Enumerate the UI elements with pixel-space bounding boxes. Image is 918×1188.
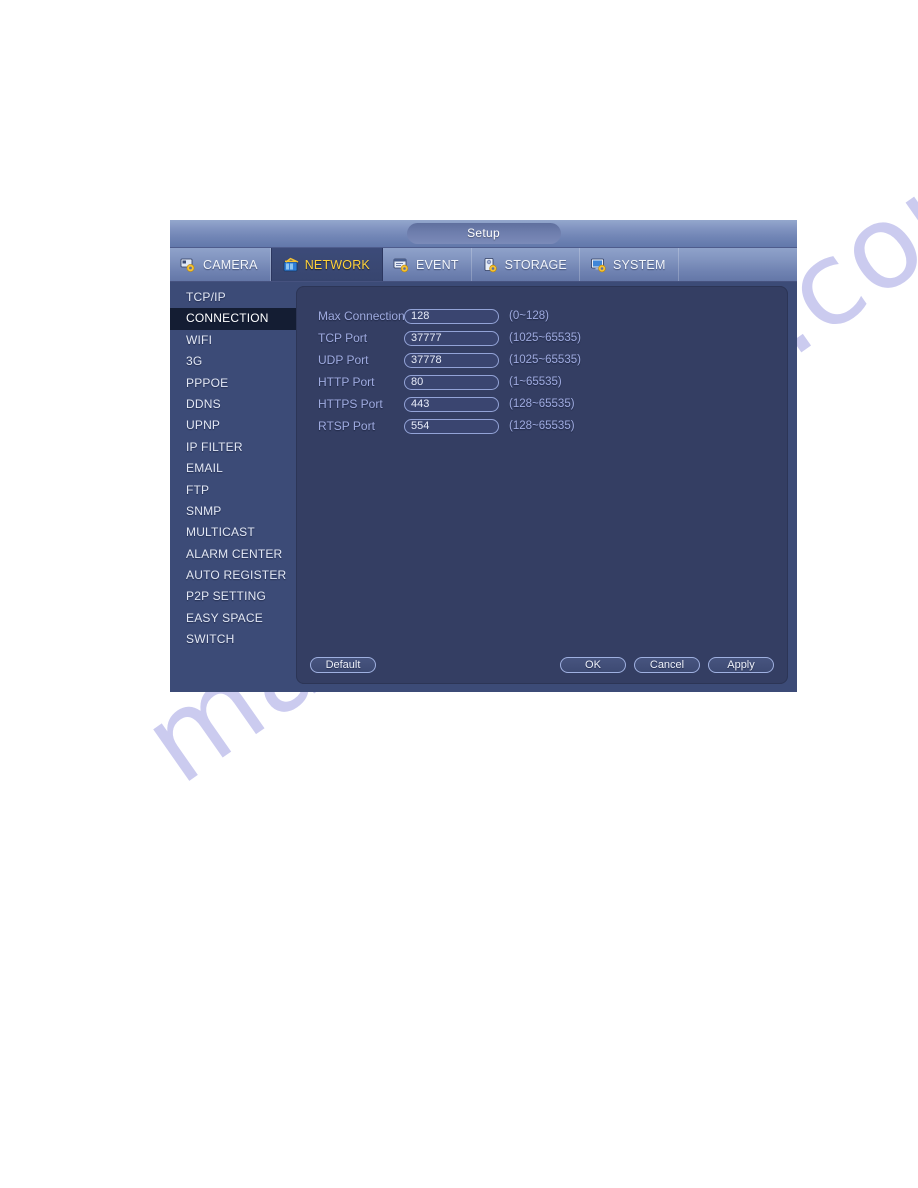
sidebar-item-switch[interactable]: SWITCH	[170, 629, 296, 650]
footer-button-group: OK Cancel Apply	[560, 657, 774, 673]
event-gear-icon	[393, 257, 411, 273]
tab-storage[interactable]: STORAGE	[472, 248, 580, 281]
https-port-input[interactable]	[404, 396, 499, 412]
https-port-label: HTTPS Port	[318, 397, 383, 411]
tcp-port-hint: (1025~65535)	[509, 332, 581, 344]
rtsp-port-input[interactable]	[404, 418, 499, 434]
window-body: TCP/IP CONNECTION WIFI 3G PPPOE DDNS UPN…	[170, 282, 797, 692]
sidebar-item-snmp[interactable]: SNMP	[170, 501, 296, 522]
connection-settings-panel: Max Connection (0~128) TCP Port (1025~65…	[296, 286, 788, 684]
network-sidebar: TCP/IP CONNECTION WIFI 3G PPPOE DDNS UPN…	[170, 282, 296, 692]
field-row-https-port: HTTPS Port (128~65535)	[296, 393, 788, 415]
http-port-hint: (1~65535)	[509, 376, 562, 388]
field-row-http-port: HTTP Port (1~65535)	[296, 371, 788, 393]
tab-event[interactable]: EVENT	[383, 248, 472, 281]
default-button[interactable]: Default	[310, 657, 376, 673]
field-row-max-connection: Max Connection (0~128)	[296, 305, 788, 327]
rtsp-port-label: RTSP Port	[318, 419, 375, 433]
max-connection-hint: (0~128)	[509, 310, 549, 322]
sidebar-item-3g[interactable]: 3G	[170, 351, 296, 372]
system-gear-icon	[590, 257, 608, 273]
network-icon	[282, 257, 300, 273]
sidebar-item-ip-filter[interactable]: IP FILTER	[170, 437, 296, 458]
field-row-tcp-port: TCP Port (1025~65535)	[296, 327, 788, 349]
sidebar-item-easy-space[interactable]: EASY SPACE	[170, 608, 296, 629]
tab-system-label: SYSTEM	[612, 257, 666, 272]
field-row-udp-port: UDP Port (1025~65535)	[296, 349, 788, 371]
https-port-hint: (128~65535)	[509, 398, 575, 410]
content-wrapper: Max Connection (0~128) TCP Port (1025~65…	[296, 282, 797, 692]
tab-event-label: EVENT	[415, 257, 459, 272]
rtsp-port-hint: (128~65535)	[509, 420, 575, 432]
window-titlebar: Setup	[170, 220, 797, 248]
sidebar-item-connection[interactable]: CONNECTION	[170, 308, 296, 330]
main-tabbar: CAMERA NETWORK EVENT STORAGE SYSTEM	[170, 248, 797, 282]
sidebar-item-p2p-setting[interactable]: P2P SETTING	[170, 586, 296, 607]
tcp-port-label: TCP Port	[318, 331, 368, 345]
sidebar-item-pppoe[interactable]: PPPOE	[170, 373, 296, 394]
sidebar-item-auto-register[interactable]: AUTO REGISTER	[170, 565, 296, 586]
storage-gear-icon	[482, 257, 500, 273]
tcp-port-input[interactable]	[404, 330, 499, 346]
setup-dialog: Setup CAMERA NETWORK EVENT STORAGE SYSTE…	[170, 220, 797, 692]
tab-storage-label: STORAGE	[504, 257, 567, 272]
sidebar-item-upnp[interactable]: UPNP	[170, 415, 296, 436]
tab-camera-label: CAMERA	[203, 257, 258, 272]
camera-gear-icon	[180, 257, 198, 273]
tab-camera[interactable]: CAMERA	[170, 248, 271, 281]
tab-network-label: NETWORK	[304, 257, 370, 272]
cancel-button[interactable]: Cancel	[634, 657, 700, 673]
sidebar-item-ftp[interactable]: FTP	[170, 480, 296, 501]
udp-port-label: UDP Port	[318, 353, 369, 367]
sidebar-item-alarm-center[interactable]: ALARM CENTER	[170, 544, 296, 565]
http-port-label: HTTP Port	[318, 375, 375, 389]
http-port-input[interactable]	[404, 374, 499, 390]
field-row-rtsp-port: RTSP Port (128~65535)	[296, 415, 788, 437]
sidebar-item-multicast[interactable]: MULTICAST	[170, 522, 296, 543]
apply-button[interactable]: Apply	[708, 657, 774, 673]
sidebar-item-wifi[interactable]: WIFI	[170, 330, 296, 351]
panel-footer: Default OK Cancel Apply	[296, 656, 788, 674]
window-title: Setup	[406, 223, 561, 244]
tab-network[interactable]: NETWORK	[270, 248, 383, 281]
tab-system[interactable]: SYSTEM	[580, 248, 679, 281]
sidebar-item-tcpip[interactable]: TCP/IP	[170, 287, 296, 308]
sidebar-item-ddns[interactable]: DDNS	[170, 394, 296, 415]
udp-port-input[interactable]	[404, 352, 499, 368]
ok-button[interactable]: OK	[560, 657, 626, 673]
sidebar-item-email[interactable]: EMAIL	[170, 458, 296, 479]
max-connection-label: Max Connection	[318, 309, 405, 323]
connection-form: Max Connection (0~128) TCP Port (1025~65…	[296, 286, 788, 437]
max-connection-input[interactable]	[404, 308, 499, 324]
udp-port-hint: (1025~65535)	[509, 354, 581, 366]
